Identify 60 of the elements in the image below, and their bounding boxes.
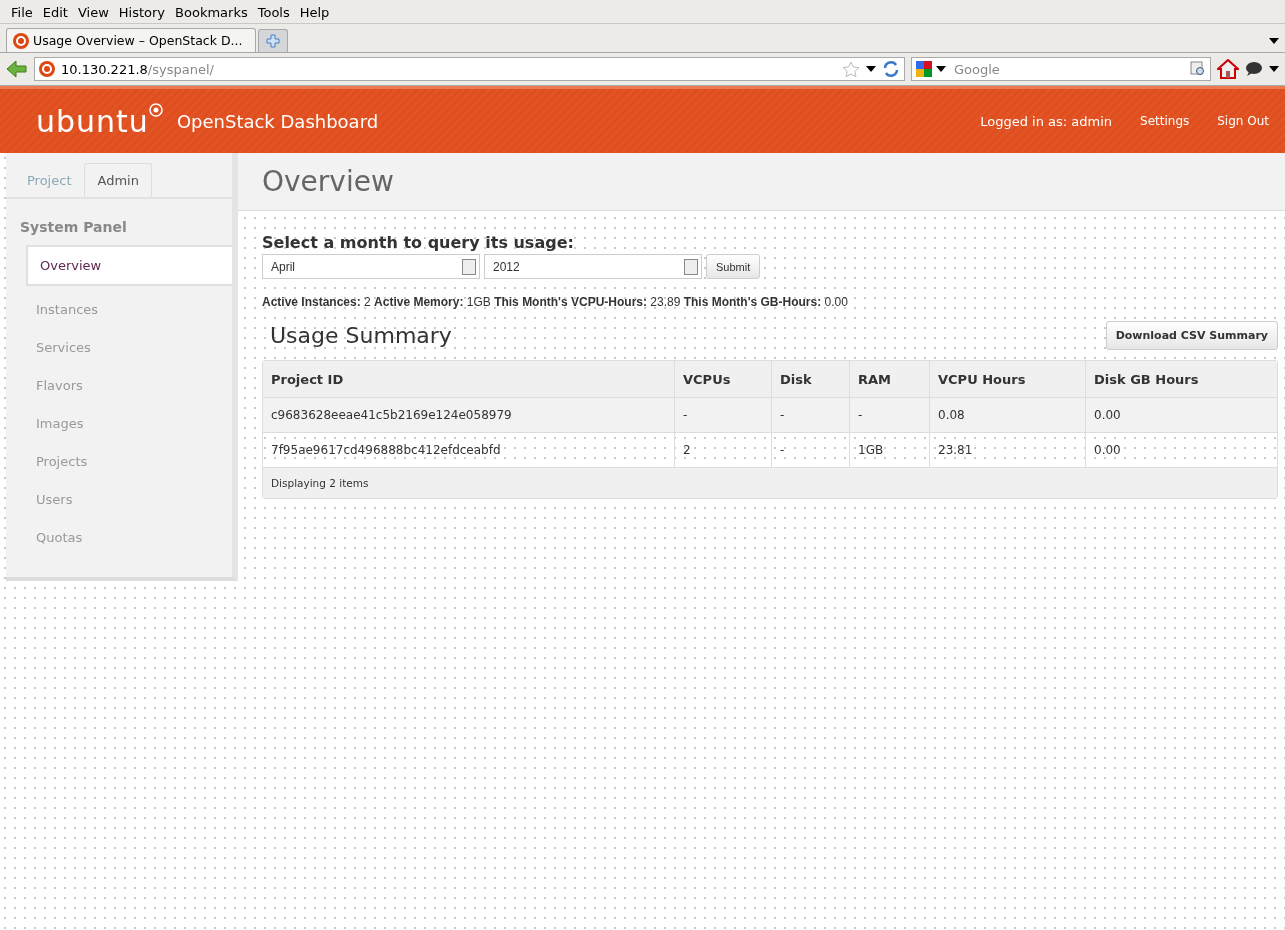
search-field[interactable]: Google [911, 57, 1211, 81]
usage-stats: Active Instances: 2 Active Memory: 1GB This Month's VCPU-Hours: 23.89 This Month's GB-Hours: 0.00 [262, 295, 849, 309]
table-cell: 23.81 [929, 433, 1085, 467]
chat-bubble-icon[interactable] [1245, 61, 1263, 77]
column-header[interactable]: Disk [771, 361, 849, 397]
browser-tab[interactable]: Usage Overview – OpenStack D... [6, 28, 256, 52]
url-text: 10.130.221.8/syspanel/ [61, 61, 214, 77]
dropdown-icon[interactable] [936, 66, 946, 72]
dropdown-icon[interactable] [866, 66, 876, 72]
back-icon[interactable] [6, 60, 28, 78]
table-cell: - [674, 398, 771, 432]
table-footer: Displaying 2 items [263, 468, 1277, 498]
sidebar-item[interactable]: Overview [26, 245, 232, 286]
header-link[interactable]: Settings [1140, 114, 1190, 128]
table-cell: 0.00 [1085, 433, 1277, 467]
menu-item[interactable]: History [115, 5, 169, 20]
table-cell: 2 [674, 433, 771, 467]
year-select[interactable]: 2012 [484, 254, 702, 279]
download-csv-button[interactable]: Download CSV Summary [1105, 321, 1278, 350]
search-icon[interactable] [1190, 61, 1206, 77]
table-cell: 0.00 [1085, 398, 1277, 432]
column-header[interactable]: VCPU Hours [929, 361, 1085, 397]
menu-item[interactable]: Help [296, 5, 333, 20]
table-cell-text: 7f95ae9617cd496888bc412efdceabfd [270, 442, 502, 459]
table-cell: - [771, 398, 849, 432]
table-cell: - [771, 433, 849, 467]
dropdown-icon[interactable] [1269, 38, 1279, 44]
address-bar[interactable]: 10.130.221.8/syspanel/ [34, 57, 905, 81]
page-title: Overview [262, 165, 394, 198]
table-cell: 1GB [849, 433, 929, 467]
logged-in-user: Logged in as: admin [980, 113, 1113, 129]
menu-item[interactable]: View [74, 5, 112, 20]
dropdown-icon[interactable] [1269, 66, 1279, 72]
menu-item[interactable]: Tools [254, 5, 293, 20]
submit-button[interactable]: Submit [706, 254, 761, 279]
ubuntu-icon [13, 32, 29, 49]
menu-item[interactable]: Edit [39, 5, 71, 20]
plus-icon [266, 34, 280, 48]
column-header[interactable]: Project ID [263, 361, 674, 397]
ubuntu-logo[interactable]: ubuntu [36, 103, 149, 139]
menu-item[interactable]: File [8, 5, 36, 20]
sidebar-tab[interactable]: Admin [84, 163, 152, 197]
star-icon[interactable] [842, 60, 860, 78]
circle-of-friends-icon [148, 103, 163, 117]
product-name: OpenStack Dashboard [176, 110, 379, 132]
column-header[interactable]: VCPUs [674, 361, 771, 397]
table-cell: 0.08 [929, 398, 1085, 432]
month-select[interactable]: April [262, 254, 480, 279]
home-icon[interactable] [1217, 59, 1239, 79]
sidebar-heading: System Panel [19, 218, 128, 237]
table-cell-text: c9683628eeae41c5b2169e124e058979 [270, 407, 513, 424]
reload-icon[interactable] [882, 60, 900, 78]
section-title: Usage Summary [270, 323, 452, 348]
ubuntu-icon [39, 61, 55, 77]
table-cell: - [849, 398, 929, 432]
menu-item[interactable]: Bookmarks [172, 5, 251, 20]
column-header[interactable]: RAM [849, 361, 929, 397]
header-link[interactable]: Sign Out [1217, 114, 1269, 128]
query-label: Select a month to query its usage: [262, 233, 575, 252]
column-header[interactable]: Disk GB Hours [1085, 361, 1277, 397]
